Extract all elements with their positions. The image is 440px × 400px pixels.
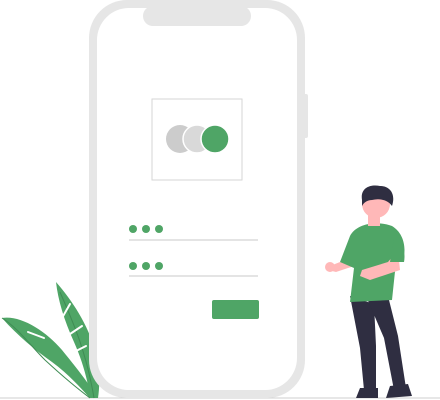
password-dot xyxy=(155,225,163,233)
password-dot xyxy=(129,262,137,270)
person-icon xyxy=(325,185,412,398)
password-dot xyxy=(142,262,150,270)
login-illustration xyxy=(0,0,440,400)
password-dot xyxy=(155,262,163,270)
illustration-canvas xyxy=(0,0,440,399)
phone-notch xyxy=(143,6,251,26)
phone-side-button xyxy=(303,94,308,138)
phone-screen xyxy=(97,8,297,390)
logo-card xyxy=(151,98,243,181)
overlapping-circles-logo-icon xyxy=(166,124,230,154)
leaf-icon xyxy=(1,282,100,399)
submit-button[interactable] xyxy=(212,300,259,319)
password-dot xyxy=(129,225,137,233)
password-dot xyxy=(142,225,150,233)
